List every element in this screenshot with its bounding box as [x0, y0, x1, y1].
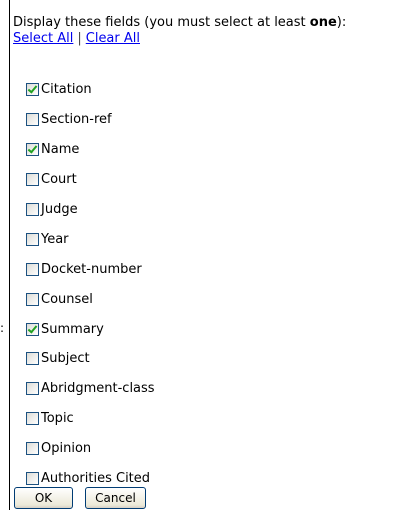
- checkbox[interactable]: [26, 472, 39, 486]
- field-item-section-ref[interactable]: Section-ref: [26, 105, 155, 135]
- dialog-buttons: OK Cancel: [14, 487, 146, 509]
- checkbox[interactable]: [26, 322, 39, 336]
- field-label: Abridgment-class: [41, 381, 155, 397]
- checkbox[interactable]: [26, 83, 39, 97]
- instruction-prefix: Display these fields (you must select at…: [13, 15, 310, 30]
- field-item-summary[interactable]: Summary: [26, 314, 155, 344]
- background-colon-mark: :: [0, 321, 5, 335]
- checkbox[interactable]: [26, 113, 39, 127]
- field-checkbox-list: Citation Section-ref Name Court Judge Ye…: [26, 75, 155, 493]
- field-selection-popup: Display these fields (you must select at…: [9, 0, 405, 510]
- ok-button[interactable]: OK: [14, 487, 73, 509]
- clear-all-link[interactable]: Clear All: [86, 31, 140, 46]
- selection-links: Select All | Clear All: [13, 31, 140, 46]
- checkbox[interactable]: [26, 412, 39, 426]
- background-page-edge: :: [0, 0, 9, 510]
- instruction-text: Display these fields (you must select at…: [13, 14, 346, 31]
- field-label: Court: [41, 172, 77, 188]
- checkbox[interactable]: [26, 442, 39, 456]
- field-item-docket-number[interactable]: Docket-number: [26, 254, 155, 284]
- field-item-year[interactable]: Year: [26, 224, 155, 254]
- checkbox[interactable]: [26, 382, 39, 396]
- checkbox[interactable]: [26, 203, 39, 216]
- field-item-judge[interactable]: Judge: [26, 195, 155, 225]
- checkbox[interactable]: [26, 262, 39, 276]
- checkbox[interactable]: [26, 173, 39, 187]
- field-item-subject[interactable]: Subject: [26, 344, 155, 374]
- select-all-link[interactable]: Select All: [13, 31, 73, 46]
- checkbox[interactable]: [26, 232, 39, 246]
- field-item-opinion[interactable]: Opinion: [26, 434, 155, 464]
- field-label: Authorities Cited: [41, 471, 151, 487]
- field-label: Judge: [41, 202, 78, 217]
- field-label: Docket-number: [41, 261, 142, 277]
- field-item-citation[interactable]: Citation: [26, 75, 155, 105]
- field-label: Topic: [41, 411, 74, 427]
- field-label: Counsel: [41, 291, 93, 307]
- checkbox[interactable]: [26, 143, 39, 157]
- field-item-counsel[interactable]: Counsel: [26, 284, 155, 314]
- field-item-court[interactable]: Court: [26, 165, 155, 195]
- field-label: Section-ref: [41, 112, 112, 128]
- field-label: Summary: [41, 321, 104, 337]
- field-label: Name: [41, 142, 80, 158]
- field-item-topic[interactable]: Topic: [26, 404, 155, 434]
- instruction-emphasis: one: [309, 15, 337, 30]
- field-item-name[interactable]: Name: [26, 135, 155, 165]
- link-separator: |: [77, 31, 82, 46]
- checkbox[interactable]: [26, 292, 39, 306]
- checkbox[interactable]: [26, 352, 39, 366]
- field-label: Opinion: [41, 441, 92, 457]
- instruction-suffix: ):: [336, 15, 347, 30]
- field-label: Subject: [41, 351, 90, 367]
- cancel-button[interactable]: Cancel: [85, 487, 146, 509]
- field-item-abridgment-class[interactable]: Abridgment-class: [26, 374, 155, 404]
- field-label: Citation: [41, 82, 92, 98]
- field-label: Year: [41, 231, 69, 247]
